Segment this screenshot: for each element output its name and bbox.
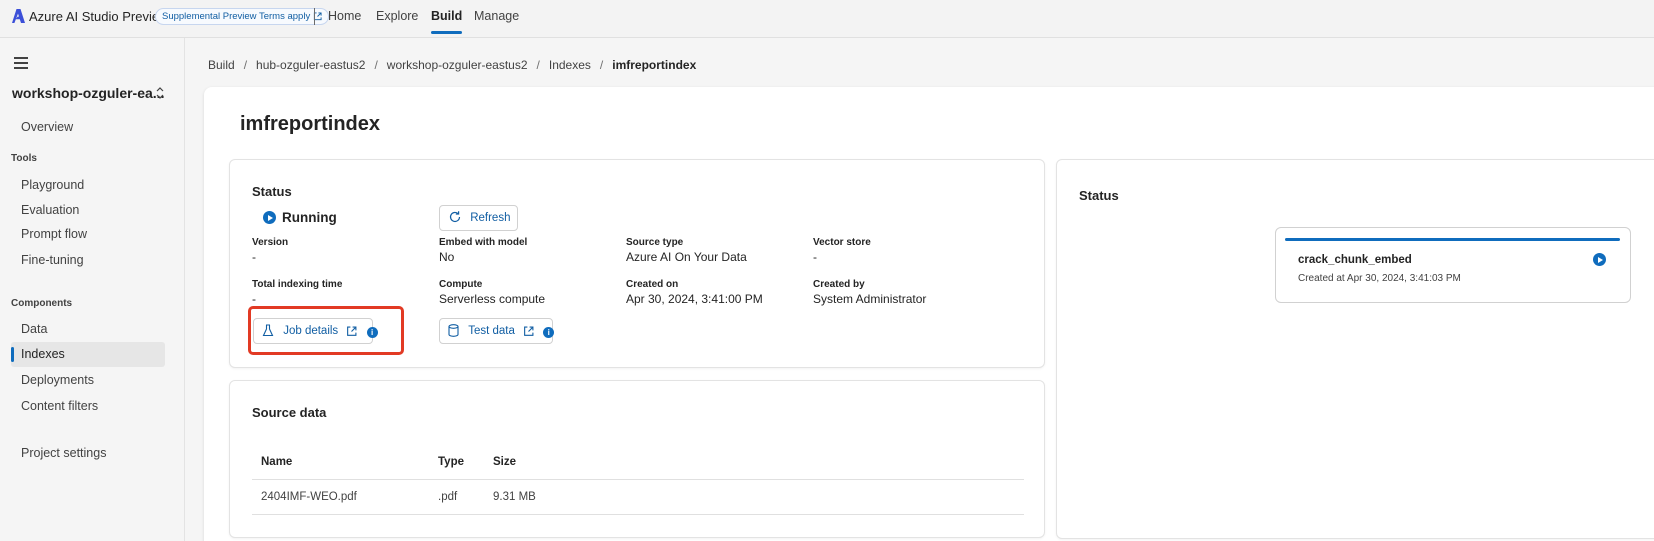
nav-explore[interactable]: Explore <box>376 0 418 38</box>
breadcrumb-separator: / <box>599 58 604 72</box>
compute-value: Serverless compute <box>439 292 546 306</box>
breadcrumb-current: imfreportindex <box>612 58 697 72</box>
sidebar-item-prompt-flow[interactable]: Prompt flow <box>11 222 165 247</box>
external-link-icon <box>524 326 534 336</box>
source-type-value: Azure AI On Your Data <box>626 250 747 264</box>
refresh-button[interactable]: Refresh <box>439 205 518 231</box>
test-data-button[interactable]: Test data i <box>439 318 555 344</box>
sidebar: workshop-ozguler-ea... Overview Tools Pl… <box>0 38 185 541</box>
running-status-icon <box>263 211 276 224</box>
breadcrumb-separator: / <box>374 58 378 72</box>
preview-terms-label: Supplemental Preview Terms apply <box>162 11 311 22</box>
test-data-label: Test data <box>468 325 515 337</box>
created-on-value: Apr 30, 2024, 3:41:00 PM <box>626 292 763 306</box>
status-state-label: Running <box>282 210 337 225</box>
sidebar-section-components: Components <box>11 298 73 309</box>
created-by-value: System Administrator <box>813 292 927 306</box>
job-step-card[interactable]: crack_chunk_embed Created at Apr 30, 202… <box>1275 227 1631 303</box>
breadcrumb-separator: / <box>243 58 248 72</box>
vector-store-value: - <box>813 250 817 264</box>
nav-build[interactable]: Build <box>431 0 463 38</box>
compute-label: Compute <box>439 279 483 290</box>
breadcrumb-hub[interactable]: hub-ozguler-eastus2 <box>256 58 365 72</box>
info-icon: i <box>543 327 555 338</box>
job-step-created: Created at Apr 30, 2024, 3:41:03 PM <box>1298 273 1461 284</box>
database-icon <box>448 324 459 337</box>
sidebar-item-content-filters[interactable]: Content filters <box>11 394 165 419</box>
row-type-cell: .pdf <box>438 491 458 503</box>
chevron-up-down-icon[interactable] <box>155 86 165 100</box>
sidebar-item-project-settings[interactable]: Project settings <box>11 441 165 466</box>
status-card-title: Status <box>252 184 292 199</box>
project-name[interactable]: workshop-ozguler-ea... <box>12 85 164 101</box>
row-name-cell: 2404IMF-WEO.pdf <box>261 491 357 503</box>
page-title: imfreportindex <box>240 113 381 135</box>
row-size-cell: 9.31 MB <box>493 491 536 503</box>
created-on-label: Created on <box>626 279 679 290</box>
preview-terms-link[interactable]: Supplemental Preview Terms apply <box>155 8 330 25</box>
app-title: Azure AI Studio Preview <box>29 9 169 24</box>
right-status-panel <box>1056 159 1654 539</box>
column-header-name[interactable]: Name <box>261 456 292 468</box>
sidebar-item-indexes[interactable]: Indexes <box>11 342 165 367</box>
version-label: Version <box>252 237 289 248</box>
refresh-icon <box>449 211 461 223</box>
breadcrumb-build[interactable]: Build <box>208 58 235 72</box>
azure-ai-logo-icon <box>12 9 25 23</box>
embed-value: No <box>439 250 455 264</box>
column-header-size[interactable]: Size <box>493 456 516 468</box>
breadcrumb-separator: / <box>536 58 540 72</box>
play-circle-icon <box>1593 253 1606 266</box>
sidebar-item-deployments[interactable]: Deployments <box>11 368 165 393</box>
breadcrumb-project[interactable]: workshop-ozguler-eastus2 <box>387 58 528 72</box>
vector-store-label: Vector store <box>813 237 871 248</box>
table-row-divider <box>252 514 1024 515</box>
indexing-time-value: - <box>252 292 256 306</box>
indexing-time-label: Total indexing time <box>252 279 343 290</box>
refresh-label: Refresh <box>470 212 511 224</box>
breadcrumb: Build / hub-ozguler-eastus2 / workshop-ozgul… <box>208 58 696 72</box>
highlight-annotation-box <box>248 306 404 355</box>
sidebar-item-overview[interactable]: Overview <box>11 115 165 140</box>
top-separator <box>314 8 315 25</box>
source-type-label: Source type <box>626 237 684 248</box>
sidebar-item-data[interactable]: Data <box>11 317 165 342</box>
top-bar: Azure AI Studio Preview Supplemental Pre… <box>0 0 1654 38</box>
job-step-name: crack_chunk_embed <box>1298 254 1412 266</box>
created-by-label: Created by <box>813 279 865 290</box>
job-progress-bar <box>1285 238 1620 241</box>
right-status-title: Status <box>1079 188 1119 203</box>
column-header-type[interactable]: Type <box>438 456 464 468</box>
sidebar-section-tools: Tools <box>11 153 37 164</box>
breadcrumb-indexes[interactable]: Indexes <box>549 58 591 72</box>
table-header-divider <box>252 479 1024 480</box>
version-value: - <box>252 250 256 264</box>
embed-label: Embed with model <box>439 237 528 248</box>
source-data-title: Source data <box>252 405 327 420</box>
sidebar-item-fine-tuning[interactable]: Fine-tuning <box>11 248 165 273</box>
sidebar-item-evaluation[interactable]: Evaluation <box>11 198 165 223</box>
status-running: Running <box>263 210 337 225</box>
nav-manage[interactable]: Manage <box>474 0 519 38</box>
nav-home[interactable]: Home <box>328 0 361 38</box>
sidebar-item-playground[interactable]: Playground <box>11 173 165 198</box>
hamburger-menu-icon[interactable] <box>14 57 28 69</box>
